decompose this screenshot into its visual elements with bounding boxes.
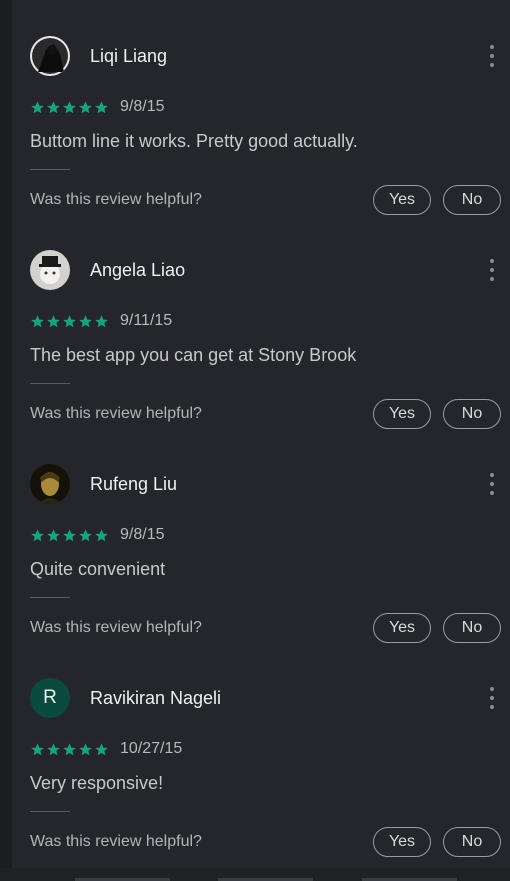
star-icon [31,100,44,113]
star-icon [63,742,76,755]
review-date: 10/27/15 [120,740,183,757]
review-card: R Ravikiran Nageli 10/27/15 Very respons… [12,642,510,857]
star-icon [63,100,76,113]
no-button[interactable]: No [443,827,501,857]
review-date: 9/8/15 [120,526,165,543]
review-text: Buttom line it works. Pretty good actual… [30,131,358,151]
review-card: Angela Liao 9/11/15 The best app you can… [12,214,510,429]
review-date: 9/8/15 [120,98,165,115]
avatar[interactable]: R [30,678,70,718]
rating-row: 9/8/15 [30,97,164,117]
rating-row: 9/11/15 [30,311,172,331]
avatar[interactable] [30,250,70,290]
star-icon [79,100,92,113]
avatar[interactable] [30,36,70,76]
no-button[interactable]: No [443,399,501,429]
divider [30,597,70,598]
yes-button[interactable]: Yes [373,185,431,215]
star-icon [95,742,108,755]
helpful-prompt: Was this review helpful? [30,191,202,208]
reviewer-name: Rufeng Liu [90,474,178,494]
star-rating [30,100,110,115]
review-date: 9/11/15 [120,312,173,329]
divider [30,169,70,170]
star-icon [63,528,76,541]
star-icon [95,100,108,113]
divider [30,811,70,812]
helpful-prompt: Was this review helpful? [30,833,202,850]
star-icon [47,314,60,327]
star-icon [31,528,44,541]
rating-row: 9/8/15 [30,525,164,545]
review-card: Rufeng Liu 9/8/15 Quite convenient Was t… [12,428,510,643]
star-rating [30,742,110,757]
star-icon [95,528,108,541]
reviewer-name: Ravikiran Nageli [90,688,222,708]
divider [30,383,70,384]
review-text: Quite convenient [30,559,166,579]
no-button[interactable]: No [443,613,501,643]
more-options-icon[interactable] [486,45,498,67]
rating-row: 10/27/15 [30,739,182,759]
reviewer-name: Liqi Liang [90,46,168,66]
review-card: Liqi Liang 9/8/15 Buttom line it works. … [12,0,510,215]
yes-button[interactable]: Yes [373,399,431,429]
review-text: The best app you can get at Stony Brook [30,345,357,365]
more-options-icon[interactable] [486,259,498,281]
yes-button[interactable]: Yes [373,613,431,643]
star-icon [79,314,92,327]
star-icon [31,742,44,755]
star-rating [30,528,110,543]
star-icon [79,528,92,541]
helpful-prompt: Was this review helpful? [30,405,202,422]
avatar[interactable] [30,464,70,504]
star-icon [63,314,76,327]
star-icon [79,742,92,755]
star-rating [30,314,110,329]
reviewer-name: Angela Liao [90,260,186,280]
yes-button[interactable]: Yes [373,827,431,857]
star-icon [47,528,60,541]
no-button[interactable]: No [443,185,501,215]
star-icon [31,314,44,327]
star-icon [47,100,60,113]
review-text: Very responsive! [30,773,164,793]
more-options-icon[interactable] [486,687,498,709]
more-options-icon[interactable] [486,473,498,495]
star-icon [95,314,108,327]
helpful-prompt: Was this review helpful? [30,619,202,636]
reviews-panel: Liqi Liang 9/8/15 Buttom line it works. … [12,0,510,881]
star-icon [47,742,60,755]
